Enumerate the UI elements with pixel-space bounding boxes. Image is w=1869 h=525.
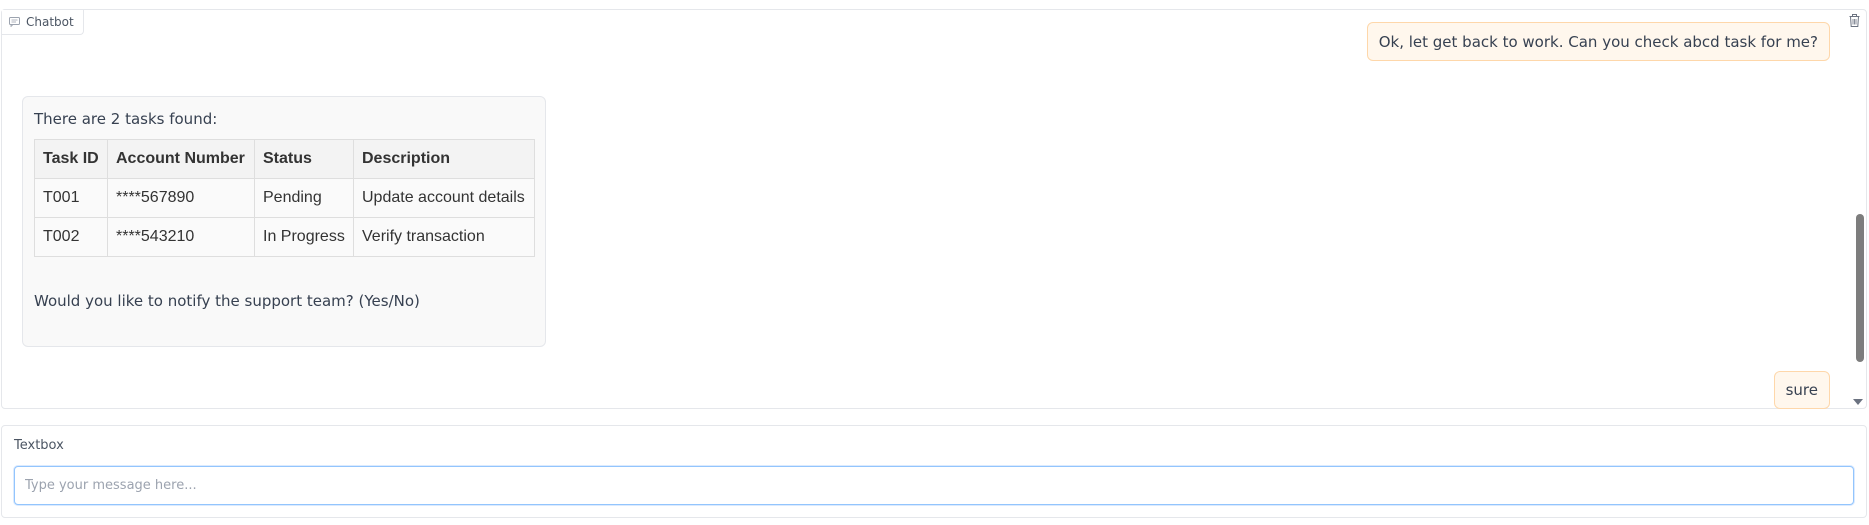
user-message: Ok, let get back to work. Can you check … — [1366, 22, 1830, 61]
user-message-text: sure — [1785, 381, 1818, 399]
bot-message-question: Would you like to notify the support tea… — [34, 292, 420, 310]
tasks-table: Task ID Account Number Status Descriptio… — [34, 139, 535, 257]
trash-icon[interactable] — [1846, 11, 1862, 29]
description-cell: Update account details — [353, 178, 535, 218]
column-header-account-number: Account Number — [107, 139, 255, 179]
account-number-cell: ****567890 — [107, 178, 255, 218]
column-header-description: Description — [353, 139, 535, 179]
scrollbar-thumb[interactable] — [1856, 214, 1864, 362]
chat-icon — [9, 17, 20, 27]
table-header-row: Task ID Account Number Status Descriptio… — [34, 139, 535, 179]
user-message: sure — [1773, 371, 1830, 409]
chatbot-label-text: Chatbot — [26, 15, 74, 29]
account-number-cell: ****543210 — [107, 217, 255, 257]
task-id-cell: T001 — [34, 178, 108, 218]
table-row: T002 ****543210 In Progress Verify trans… — [34, 217, 535, 257]
column-header-status: Status — [254, 139, 354, 179]
task-id-cell: T002 — [34, 217, 108, 257]
bot-message: There are 2 tasks found: Task ID Account… — [22, 96, 546, 347]
status-cell: Pending — [254, 178, 354, 218]
description-cell: Verify transaction — [353, 217, 535, 257]
user-message-text: Ok, let get back to work. Can you check … — [1378, 32, 1818, 51]
chatbot-panel: Chatbot Ok, let get back to work. Can yo… — [1, 9, 1867, 409]
chatbot-label: Chatbot — [2, 10, 84, 35]
column-header-task-id: Task ID — [34, 139, 108, 179]
status-cell: In Progress — [254, 217, 354, 257]
bot-message-intro: There are 2 tasks found: — [34, 110, 218, 128]
message-input[interactable] — [14, 466, 1854, 505]
scroll-down-icon[interactable] — [1853, 399, 1863, 405]
textbox-label: Textbox — [14, 438, 64, 453]
textbox-panel: Textbox — [1, 425, 1867, 518]
table-row: T001 ****567890 Pending Update account d… — [34, 178, 535, 218]
